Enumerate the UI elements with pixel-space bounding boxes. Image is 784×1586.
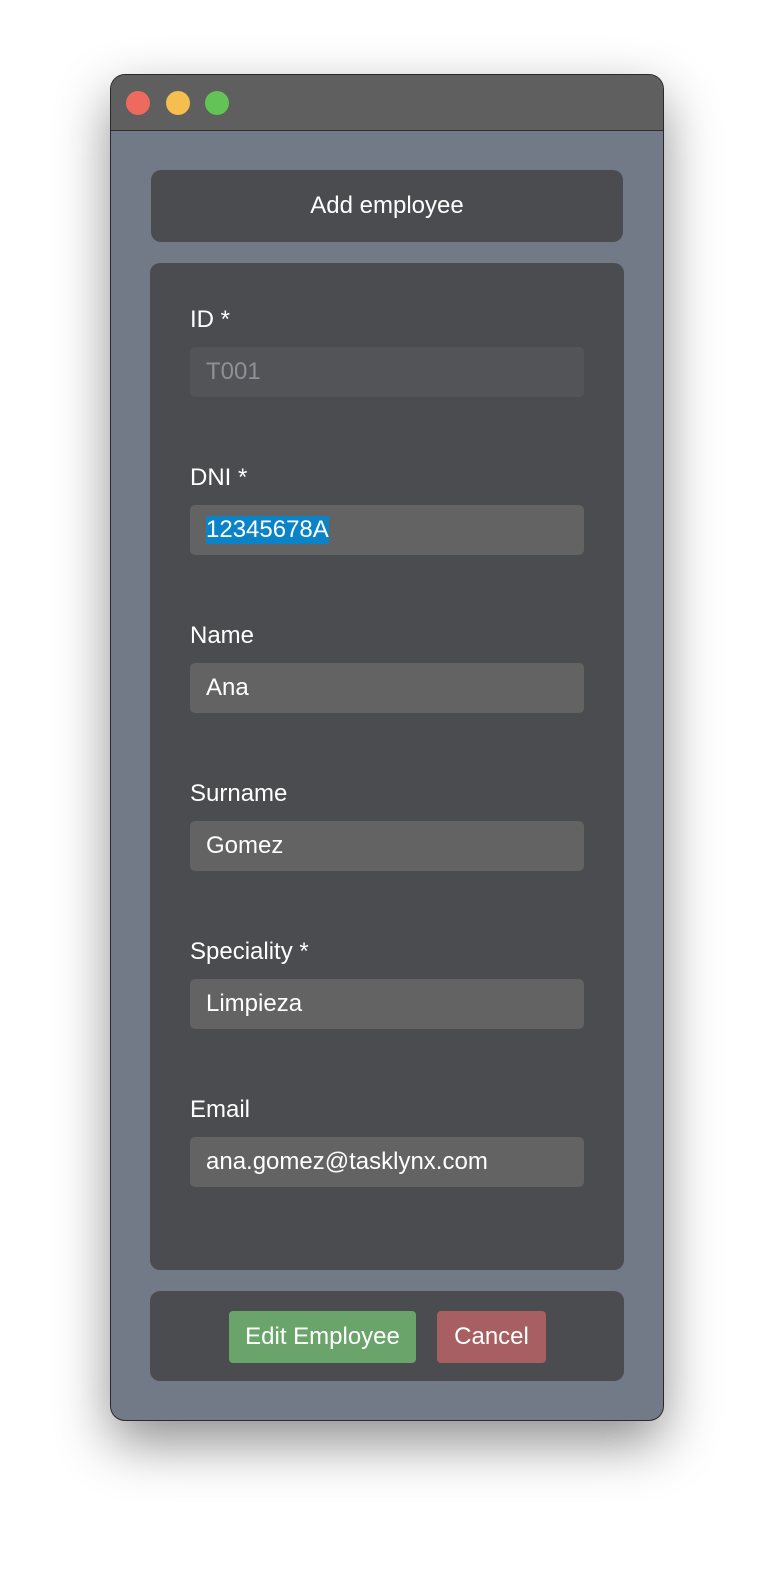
- dni-value: 12345678A: [206, 516, 329, 544]
- surname-value: Gomez: [206, 832, 284, 859]
- speciality-value: Limpieza: [206, 990, 303, 1017]
- close-window-button[interactable]: [126, 91, 150, 115]
- title-bar: [111, 75, 663, 131]
- surname-label: Surname: [190, 780, 288, 807]
- speciality-input[interactable]: Limpieza: [190, 979, 584, 1029]
- employee-form: ID * T001 DNI * 12345678A Name Ana Surna…: [150, 263, 624, 1270]
- name-input[interactable]: Ana: [190, 663, 584, 713]
- employee-dialog-window: Add employee ID * T001 DNI * 12345678A N…: [111, 75, 663, 1420]
- page-title: Add employee: [310, 192, 464, 219]
- dni-field-group: DNI * 12345678A: [190, 463, 584, 555]
- id-input: T001: [190, 347, 584, 397]
- name-label: Name: [190, 622, 255, 649]
- name-field-group: Name Ana: [190, 621, 584, 713]
- surname-field-group: Surname Gomez: [190, 779, 584, 871]
- header-panel: Add employee: [151, 170, 623, 242]
- dni-label: DNI *: [190, 464, 248, 491]
- id-value: T001: [206, 358, 261, 385]
- minimize-window-button[interactable]: [166, 91, 190, 115]
- speciality-field-group: Speciality * Limpieza: [190, 937, 584, 1029]
- surname-input[interactable]: Gomez: [190, 821, 584, 871]
- speciality-label: Speciality *: [190, 938, 309, 965]
- email-value: ana.gomez@tasklynx.com: [206, 1148, 488, 1175]
- id-label: ID *: [190, 306, 231, 333]
- email-field-group: Email ana.gomez@tasklynx.com: [190, 1095, 584, 1187]
- name-value: Ana: [206, 674, 249, 701]
- cancel-button[interactable]: Cancel: [437, 1311, 546, 1363]
- email-label: Email: [190, 1096, 251, 1123]
- dni-input[interactable]: 12345678A: [190, 505, 584, 555]
- maximize-window-button[interactable]: [205, 91, 229, 115]
- action-bar: Edit Employee Cancel: [150, 1291, 624, 1381]
- edit-employee-button[interactable]: Edit Employee: [229, 1311, 416, 1363]
- id-field-group: ID * T001: [190, 305, 584, 397]
- email-input[interactable]: ana.gomez@tasklynx.com: [190, 1137, 584, 1187]
